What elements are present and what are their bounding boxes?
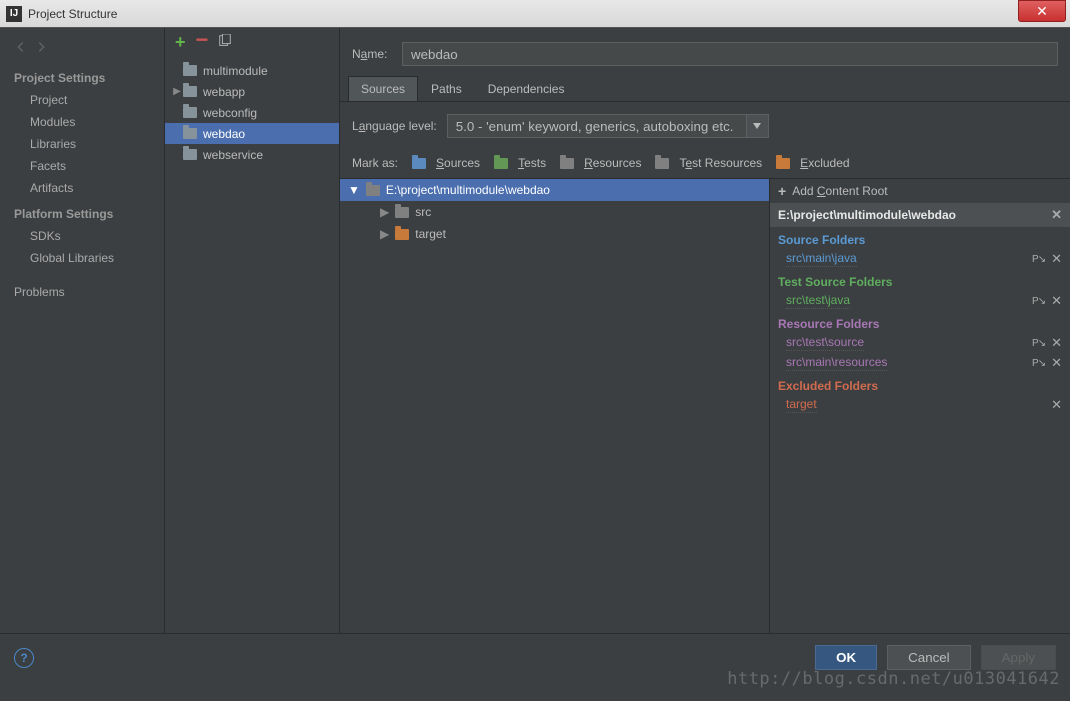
chevron-right-icon: ▶ [380,205,389,219]
app-icon: IJ [6,6,22,22]
folder-entry[interactable]: src\test\javaP↘✕ [770,291,1070,311]
chevron-down-icon: ▼ [348,183,360,197]
sidebar-item-libraries[interactable]: Libraries [0,133,164,155]
platform-settings-heading: Platform Settings [0,199,164,225]
module-item-webconfig[interactable]: webconfig [165,102,339,123]
folder-icon [183,128,197,139]
module-name-input[interactable] [402,42,1058,66]
module-item-webapp[interactable]: ▶webapp [165,81,339,102]
remove-root-icon[interactable]: ✕ [1051,207,1062,223]
name-label: Name: [352,47,392,61]
chevron-right-icon: ▶ [171,86,183,97]
mark-tests[interactable]: Tests [494,156,546,170]
tab-sources[interactable]: Sources [348,76,418,101]
sidebar-item-sdks[interactable]: SDKs [0,225,164,247]
folder-icon [776,158,790,169]
tree-row-src[interactable]: ▶src [340,201,769,223]
mark-resources[interactable]: Resources [560,156,641,170]
window-close-button[interactable]: ✕ [1018,0,1066,22]
folder-entry[interactable]: src\main\javaP↘✕ [770,249,1070,269]
folder-entry[interactable]: src\test\sourceP↘✕ [770,333,1070,353]
window-title: Project Structure [28,7,1064,21]
sidebar: Project Settings Project Modules Librari… [0,28,165,633]
folder-icon [412,158,426,169]
project-settings-heading: Project Settings [0,63,164,89]
rf-heading: Resource Folders [770,311,1070,333]
properties-icon[interactable]: P↘ [1032,296,1045,307]
folder-entry[interactable]: src\main\resourcesP↘✕ [770,353,1070,373]
copy-module-icon[interactable] [218,34,232,51]
ef-heading: Excluded Folders [770,373,1070,395]
folder-icon [183,65,197,76]
tf-heading: Test Source Folders [770,269,1070,291]
close-icon: ✕ [1036,3,1048,20]
language-level-label: Language level: [352,119,437,133]
content-tree-panel: ▼ E:\project\multimodule\webdao ▶src▶tar… [340,178,770,633]
content-root-path: E:\project\multimodule\webdao [386,183,550,197]
remove-folder-icon[interactable]: ✕ [1051,397,1062,413]
remove-module-icon[interactable]: − [196,27,209,53]
forward-icon[interactable] [34,40,48,57]
folder-icon [494,158,508,169]
folders-panel: + Add Content Root E:\project\multimodul… [770,178,1070,633]
content-root-header: E:\project\multimodule\webdao ✕ [770,203,1070,227]
footer: ? OK Cancel Apply [0,633,1070,681]
folder-icon [183,86,197,97]
mark-test-resources[interactable]: Test Resources [655,156,762,170]
add-module-icon[interactable]: + [175,32,186,53]
sidebar-item-project[interactable]: Project [0,89,164,111]
tree-row-target[interactable]: ▶target [340,223,769,245]
folder-icon [395,207,409,218]
sidebar-item-modules[interactable]: Modules [0,111,164,133]
folder-icon [395,229,409,240]
remove-folder-icon[interactable]: ✕ [1051,335,1062,351]
module-item-webservice[interactable]: webservice [165,144,339,165]
content-root-row[interactable]: ▼ E:\project\multimodule\webdao [340,179,769,201]
sidebar-item-artifacts[interactable]: Artifacts [0,177,164,199]
module-item-webdao[interactable]: webdao [165,123,339,144]
back-icon[interactable] [14,40,28,57]
sf-heading: Source Folders [770,227,1070,249]
tabs: SourcesPathsDependencies [340,76,1070,102]
properties-icon[interactable]: P↘ [1032,254,1045,265]
remove-folder-icon[interactable]: ✕ [1051,251,1062,267]
sidebar-item-global-libraries[interactable]: Global Libraries [0,247,164,269]
folder-icon [183,107,197,118]
folder-icon [366,185,380,196]
chevron-down-icon[interactable] [747,114,769,138]
folder-entry[interactable]: target✕ [770,395,1070,415]
add-content-root-button[interactable]: + Add Content Root [770,179,1070,203]
properties-icon[interactable]: P↘ [1032,338,1045,349]
folder-icon [655,158,669,169]
chevron-right-icon: ▶ [380,227,389,241]
remove-folder-icon[interactable]: ✕ [1051,355,1062,371]
cancel-button[interactable]: Cancel [887,645,971,670]
ok-button[interactable]: OK [815,645,877,670]
help-button[interactable]: ? [14,648,34,668]
mark-excluded[interactable]: Excluded [776,156,849,170]
sidebar-item-facets[interactable]: Facets [0,155,164,177]
plus-icon: + [778,183,786,199]
folder-icon [560,158,574,169]
sidebar-item-problems[interactable]: Problems [0,281,164,303]
folder-icon [183,149,197,160]
mark-as-label: Mark as: [352,156,398,170]
mark-sources[interactable]: Sources [412,156,480,170]
remove-folder-icon[interactable]: ✕ [1051,293,1062,309]
module-list-panel: + − multimodule▶webappwebconfigwebdaoweb… [165,28,340,633]
module-item-multimodule[interactable]: multimodule [165,60,339,81]
properties-icon[interactable]: P↘ [1032,358,1045,369]
main-panel: Name: SourcesPathsDependencies Language … [340,28,1070,633]
titlebar: IJ Project Structure ✕ [0,0,1070,28]
apply-button[interactable]: Apply [981,645,1056,670]
tab-dependencies[interactable]: Dependencies [475,76,578,101]
tab-paths[interactable]: Paths [418,76,475,101]
language-level-select[interactable] [447,114,769,138]
